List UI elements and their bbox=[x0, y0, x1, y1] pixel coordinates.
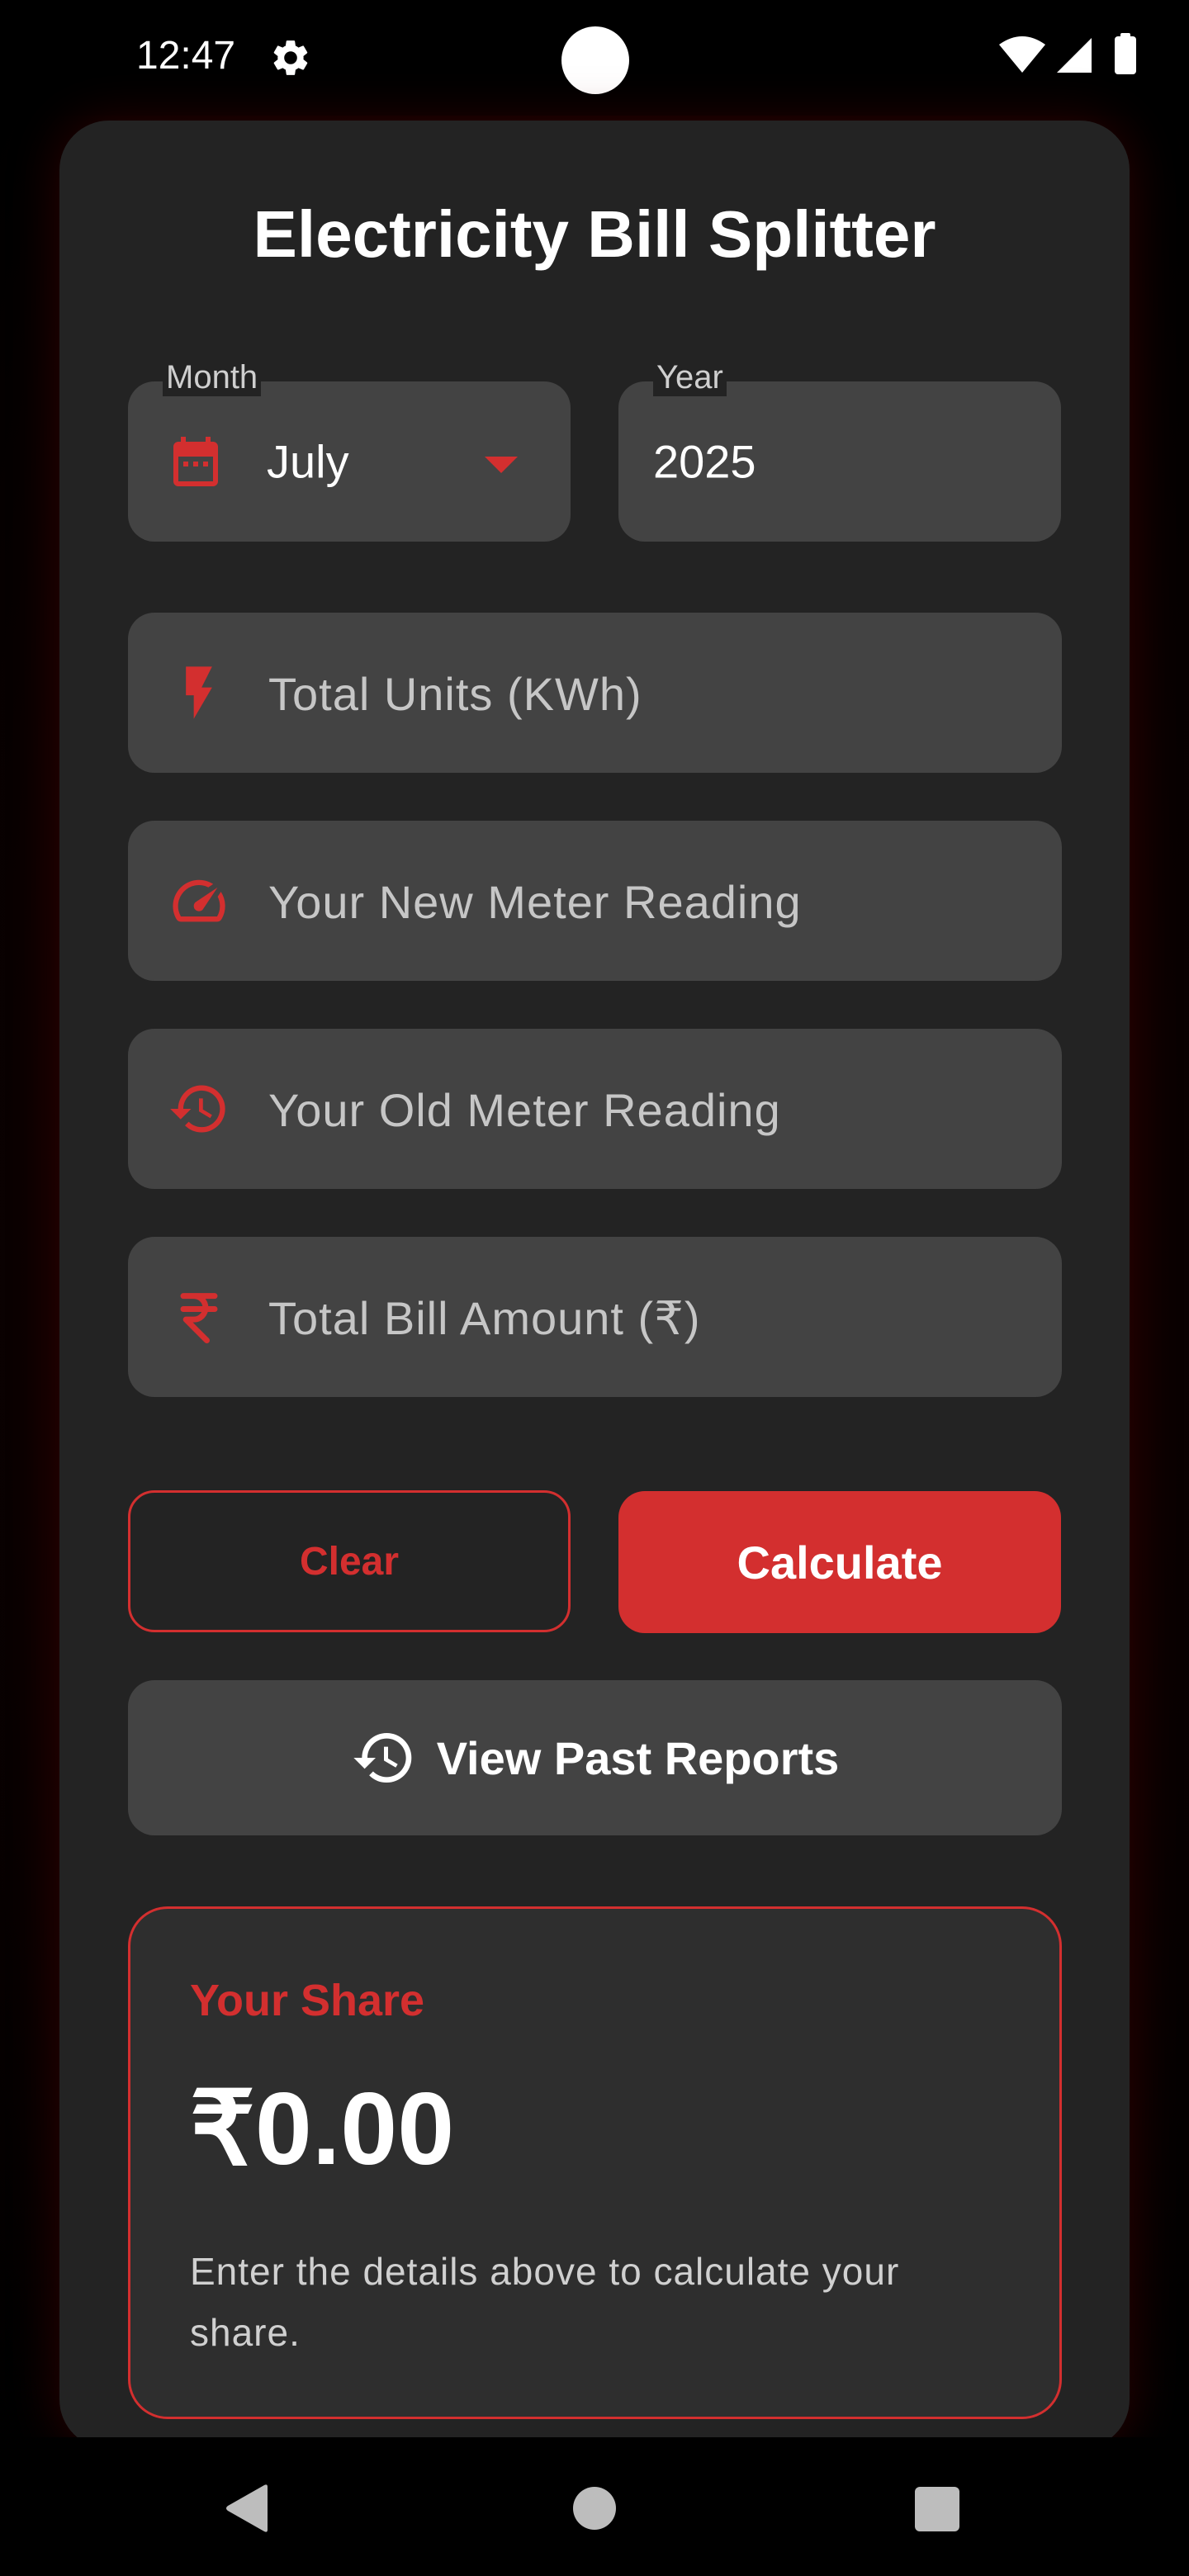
home-icon[interactable] bbox=[573, 2487, 616, 2530]
clear-button[interactable]: Clear bbox=[128, 1490, 571, 1632]
result-title: Your Share bbox=[190, 1976, 425, 2025]
page-title: Electricity Bill Splitter bbox=[253, 197, 936, 271]
recents-icon[interactable] bbox=[915, 2487, 959, 2531]
calculate-button[interactable]: Calculate bbox=[618, 1491, 1061, 1633]
back-icon[interactable] bbox=[225, 2484, 269, 2533]
new-meter-reading-input[interactable] bbox=[267, 821, 1013, 983]
chevron-down-icon bbox=[485, 457, 518, 473]
result-amount: ₹0.00 bbox=[190, 2072, 455, 2186]
year-field[interactable]: 2025 bbox=[618, 381, 1061, 542]
gear-icon bbox=[273, 40, 308, 75]
front-camera bbox=[561, 26, 629, 94]
total-bill-field[interactable] bbox=[128, 1237, 1062, 1399]
view-past-reports-button[interactable]: View Past Reports bbox=[128, 1680, 1062, 1835]
result-hint: Enter the details above to calculate you… bbox=[190, 2250, 900, 2354]
history-icon bbox=[170, 1085, 225, 1133]
rupee-icon bbox=[180, 1293, 218, 1343]
total-units-field[interactable] bbox=[128, 613, 1062, 774]
speedometer-icon bbox=[173, 879, 225, 922]
view-past-reports-label: View Past Reports bbox=[436, 1731, 840, 1784]
old-meter-reading-field[interactable] bbox=[128, 1029, 1062, 1191]
old-meter-reading-input[interactable] bbox=[267, 1029, 1013, 1191]
new-meter-reading-field[interactable] bbox=[128, 821, 1062, 983]
result-card: Your Share ₹0.00 Enter the details above… bbox=[128, 1906, 1062, 2419]
month-value: July bbox=[267, 435, 349, 488]
calendar-icon bbox=[173, 437, 218, 486]
bolt-icon bbox=[186, 666, 212, 719]
navigation-bar bbox=[0, 2437, 1189, 2576]
month-label: Month bbox=[163, 359, 262, 396]
status-time: 12:47 bbox=[136, 34, 236, 78]
battery-icon bbox=[1115, 36, 1136, 74]
system-status-icons bbox=[999, 33, 1136, 74]
status-bar: 12:47 bbox=[0, 0, 1189, 116]
signal-icon bbox=[1057, 38, 1092, 73]
year-label: Year bbox=[653, 359, 727, 396]
wifi-icon bbox=[999, 36, 1045, 73]
total-bill-input[interactable] bbox=[267, 1237, 1013, 1399]
month-dropdown[interactable]: July bbox=[128, 381, 571, 542]
history-icon bbox=[353, 1733, 412, 1783]
year-value: 2025 bbox=[653, 435, 756, 488]
total-units-input[interactable] bbox=[267, 613, 1013, 774]
